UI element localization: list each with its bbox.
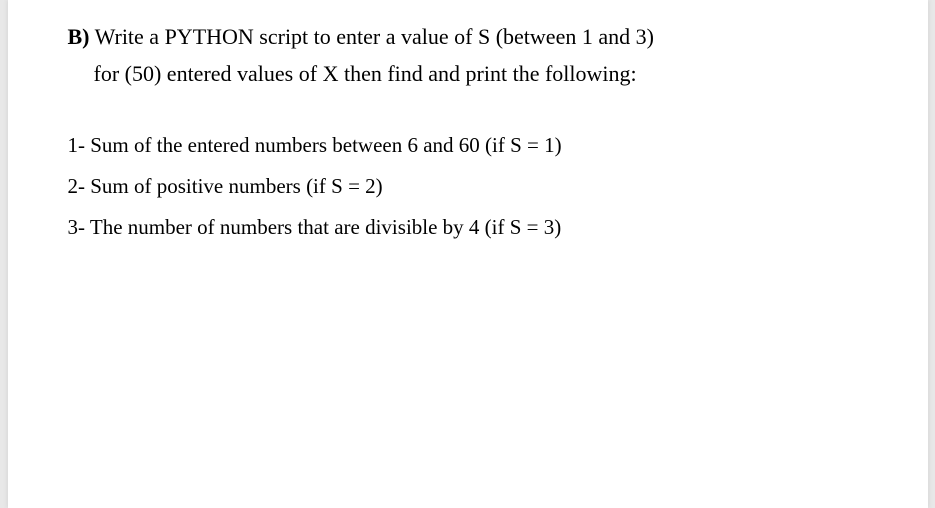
list-item: 2- Sum of positive numbers (if S = 2) [68,166,868,207]
list-item: 1- Sum of the entered numbers between 6 … [68,125,868,166]
list-item: 3- The number of numbers that are divisi… [68,207,868,248]
question-label: B) [68,24,90,49]
question-items: 1- Sum of the entered numbers between 6 … [68,125,868,248]
question-header: B) Write a PYTHON script to enter a valu… [68,18,868,93]
document-page: B) Write a PYTHON script to enter a valu… [8,0,928,508]
question-line1: Write a PYTHON script to enter a value o… [90,24,654,49]
question-line2: for (50) entered values of X then find a… [68,55,868,92]
